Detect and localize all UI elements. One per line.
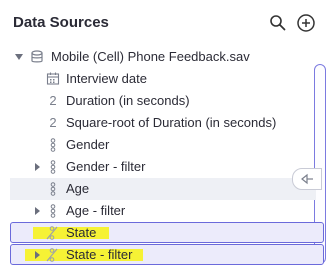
categorical-icon <box>50 182 56 196</box>
chevron-right-icon[interactable] <box>32 161 42 173</box>
variable-label: Duration (in seconds) <box>66 93 190 108</box>
variable-label: Square-root of Duration (in seconds) <box>66 115 277 130</box>
variable-item[interactable]: 2 Square-root of Duration (in seconds) <box>0 112 331 134</box>
collapse-panel-button[interactable] <box>292 168 322 190</box>
variable-label: Interview date <box>66 71 147 86</box>
variable-item[interactable]: Gender <box>0 134 331 156</box>
tree-root-label: Mobile (Cell) Phone Feedback.sav <box>51 49 250 64</box>
categorical-icon <box>50 138 56 152</box>
chevron-down-icon[interactable] <box>14 51 24 63</box>
search-button[interactable] <box>268 13 288 33</box>
variable-label: Gender - filter <box>66 159 146 174</box>
variable-item[interactable]: Age - filter <box>0 200 331 222</box>
variable-item[interactable]: Gender - filter <box>0 156 331 178</box>
database-icon <box>31 50 43 63</box>
variable-label: Age - filter <box>66 203 126 218</box>
numeric-icon: 2 <box>49 93 57 108</box>
add-data-source-button[interactable] <box>296 13 316 33</box>
tree-root-item[interactable]: Mobile (Cell) Phone Feedback.sav <box>0 46 331 68</box>
plus-circle-icon <box>297 14 315 32</box>
variable-item[interactable]: Interview date <box>0 68 331 90</box>
variable-item-selected[interactable]: State - filter <box>10 244 324 265</box>
panel-header: Data Sources <box>0 0 331 44</box>
chevron-right-icon[interactable] <box>32 249 42 261</box>
search-icon <box>270 15 286 31</box>
variable-label: Age <box>66 181 90 196</box>
variable-label: Gender <box>66 137 110 152</box>
categorical-icon <box>50 160 56 174</box>
variable-item[interactable]: Age <box>10 178 316 200</box>
hidden-variable-icon <box>46 226 58 240</box>
calendar-icon <box>46 72 60 85</box>
categorical-icon <box>50 204 56 218</box>
collapse-arrow-icon <box>301 173 313 185</box>
variable-item[interactable]: 2 Duration (in seconds) <box>0 90 331 112</box>
chevron-right-icon[interactable] <box>32 205 42 217</box>
variable-label: State <box>66 225 97 240</box>
variable-label: State - filter <box>66 247 133 262</box>
panel-title: Data Sources <box>13 14 109 31</box>
hidden-variable-icon <box>46 248 58 262</box>
variable-item-selected[interactable]: State <box>10 222 324 243</box>
numeric-icon: 2 <box>49 115 57 130</box>
